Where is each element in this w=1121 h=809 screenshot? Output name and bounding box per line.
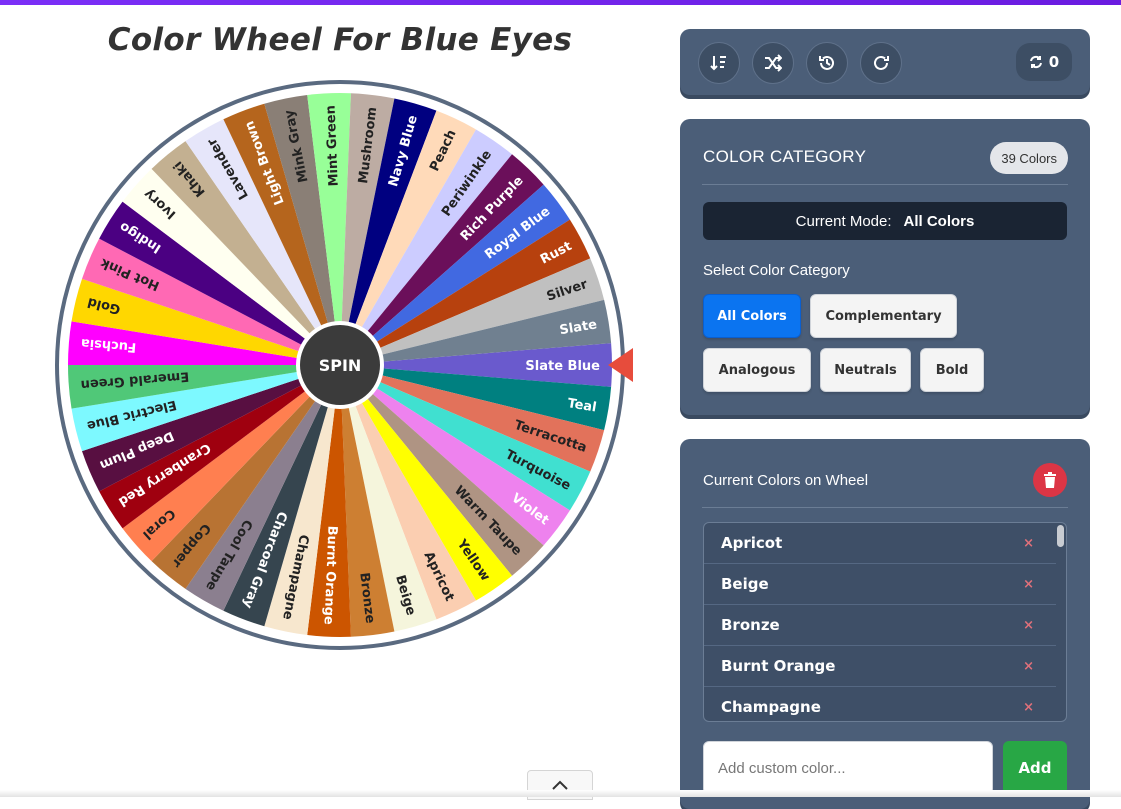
remove-color-button[interactable]: × bbox=[1023, 659, 1034, 674]
refresh-icon bbox=[1029, 55, 1042, 69]
spin-button-label[interactable]: SPIN bbox=[319, 356, 362, 375]
current-colors-list[interactable]: Apricot × Beige × Bronze × Burnt Orange … bbox=[703, 522, 1067, 722]
remove-color-button[interactable]: × bbox=[1023, 618, 1034, 633]
spin-counter[interactable]: 0 bbox=[1016, 43, 1072, 81]
wheel-segment-label: Slate Blue bbox=[525, 359, 600, 374]
shuffle-button[interactable] bbox=[752, 42, 794, 84]
spin-wheel[interactable]: Slate BlueTealTerracottaTurquoiseVioletW… bbox=[0, 0, 680, 700]
category-analogous-button[interactable]: Analogous bbox=[703, 348, 811, 392]
divider bbox=[702, 507, 1068, 508]
list-scrollbar[interactable] bbox=[1057, 525, 1064, 547]
color-name: Apricot bbox=[721, 534, 783, 552]
trash-icon bbox=[1044, 472, 1056, 488]
category-neutrals-button[interactable]: Neutrals bbox=[820, 348, 911, 392]
color-name: Beige bbox=[721, 575, 769, 593]
remove-color-button[interactable]: × bbox=[1023, 577, 1034, 592]
current-mode-value: All Colors bbox=[903, 212, 975, 230]
category-all-colors-button[interactable]: All Colors bbox=[703, 294, 801, 338]
custom-color-input[interactable] bbox=[703, 741, 993, 795]
divider bbox=[702, 184, 1068, 185]
current-colors-title: Current Colors on Wheel bbox=[703, 472, 869, 489]
list-item: Bronze × bbox=[704, 605, 1056, 646]
color-name: Bronze bbox=[721, 616, 780, 634]
remove-color-button[interactable]: × bbox=[1023, 700, 1034, 715]
current-mode-bar: Current Mode: All Colors bbox=[703, 202, 1067, 240]
sort-button[interactable] bbox=[698, 42, 740, 84]
list-item: Beige × bbox=[704, 564, 1056, 605]
chevron-up-icon bbox=[552, 780, 568, 790]
footer-shadow bbox=[0, 790, 1121, 797]
current-mode-label: Current Mode: bbox=[795, 212, 892, 230]
category-complementary-button[interactable]: Complementary bbox=[810, 294, 957, 338]
current-colors-panel: Current Colors on Wheel Apricot × Beige … bbox=[680, 439, 1090, 809]
color-name: Champagne bbox=[721, 698, 821, 716]
redo-icon bbox=[874, 55, 889, 70]
shuffle-icon bbox=[765, 54, 782, 72]
remove-color-button[interactable]: × bbox=[1023, 536, 1034, 551]
list-item: Champagne × bbox=[704, 687, 1056, 721]
history-icon bbox=[819, 55, 834, 70]
toolbar-panel: 0 bbox=[680, 29, 1090, 95]
color-category-panel: COLOR CATEGORY 39 Colors Current Mode: A… bbox=[680, 119, 1090, 415]
category-bold-button[interactable]: Bold bbox=[920, 348, 984, 392]
history-button[interactable] bbox=[806, 42, 848, 84]
color-category-title: COLOR CATEGORY bbox=[703, 147, 867, 166]
select-category-label: Select Color Category bbox=[703, 262, 850, 279]
sort-icon bbox=[710, 56, 726, 71]
list-item: Burnt Orange × bbox=[704, 646, 1056, 687]
redo-button[interactable] bbox=[860, 42, 902, 84]
add-color-button[interactable]: Add bbox=[1003, 741, 1067, 795]
color-count-badge: 39 Colors bbox=[990, 142, 1068, 174]
clear-all-button[interactable] bbox=[1033, 463, 1067, 497]
color-name: Burnt Orange bbox=[721, 657, 836, 675]
spin-count: 0 bbox=[1048, 53, 1060, 71]
list-item: Apricot × bbox=[704, 523, 1056, 564]
